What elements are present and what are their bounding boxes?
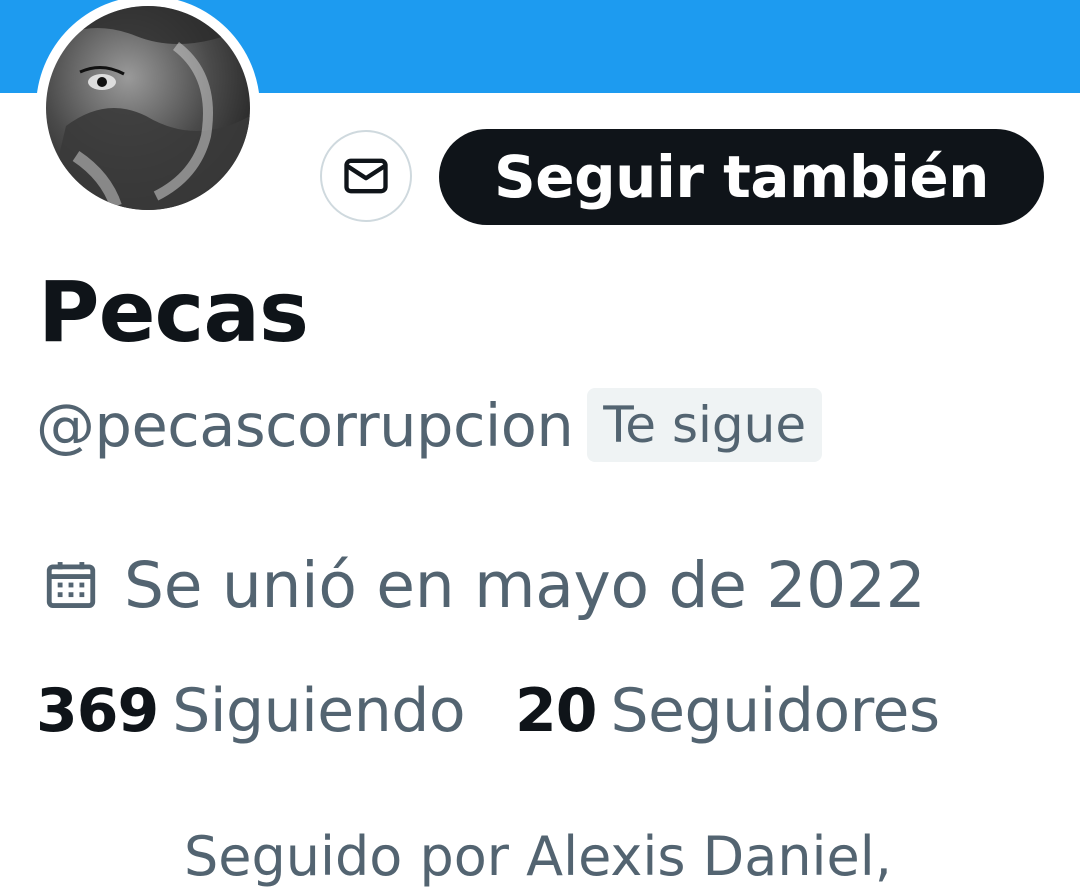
profile-avatar[interactable] — [36, 0, 260, 220]
followers-count: 20 — [515, 676, 597, 746]
joined-date-row: Se unió en mayo de 2022 — [42, 548, 926, 622]
followed-by-text[interactable]: Seguido por Alexis Daniel, — [184, 822, 892, 892]
message-button[interactable] — [320, 130, 412, 222]
follows-you-badge: Te sigue — [587, 388, 823, 462]
wolf-avatar-icon — [46, 6, 250, 210]
joined-date-text: Se unió en mayo de 2022 — [124, 548, 926, 622]
mail-icon — [344, 158, 388, 194]
profile-handle: @pecascorrupcion — [36, 390, 574, 460]
follow-back-button[interactable]: Seguir también — [439, 129, 1044, 225]
calendar-icon — [46, 562, 96, 608]
handle-row: @pecascorrupcion Te sigue — [36, 388, 823, 462]
following-label: Siguiendo — [172, 676, 466, 746]
following-link[interactable]: 369 Siguiendo — [36, 676, 466, 746]
following-count: 369 — [36, 676, 159, 746]
followers-label: Seguidores — [610, 676, 941, 746]
follow-stats: 369 Siguiendo 20 Seguidores — [36, 674, 940, 748]
followers-link[interactable]: 20 Seguidores — [515, 676, 940, 746]
display-name: Pecas — [38, 263, 309, 361]
